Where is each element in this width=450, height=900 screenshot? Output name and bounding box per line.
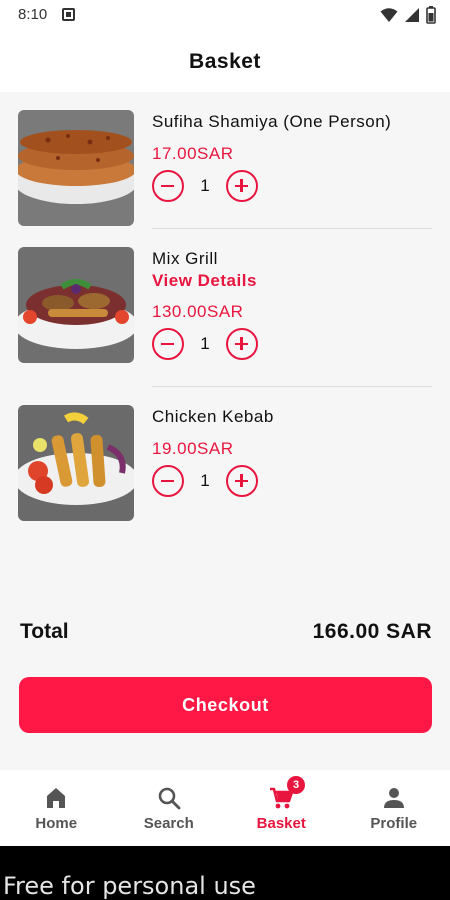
- nav-label: Basket: [256, 815, 306, 832]
- quantity-stepper: 1: [152, 465, 258, 497]
- increase-quantity-button[interactable]: [226, 170, 258, 202]
- divider: [152, 228, 432, 229]
- item-name: Mix Grill: [152, 249, 218, 268]
- total-label: Total: [20, 620, 69, 643]
- item-price: 19.00SAR: [152, 439, 234, 458]
- home-icon: [47, 788, 66, 808]
- item-image-sufiha: [18, 110, 134, 226]
- item-price: 17.00SAR: [152, 144, 234, 163]
- search-icon: [158, 787, 181, 810]
- nav-item-basket[interactable]: 3 Basket: [225, 770, 338, 846]
- watermark-text: Free for personal use: [3, 872, 256, 900]
- basket-content: Sufiha Shamiya (One Person) 17.00SAR 1 M…: [0, 92, 450, 770]
- decrease-quantity-button[interactable]: [152, 170, 184, 202]
- divider: [152, 386, 432, 387]
- nav-label: Search: [143, 815, 194, 832]
- increase-quantity-button[interactable]: [226, 465, 258, 497]
- status-time: 8:10: [18, 6, 48, 23]
- page-title: Basket: [189, 50, 261, 73]
- view-details-link[interactable]: View Details: [152, 271, 257, 291]
- basket-item: Sufiha Shamiya (One Person) 17.00SAR 1: [18, 110, 432, 240]
- person-icon: [383, 788, 404, 808]
- nav-item-search[interactable]: Search: [113, 770, 226, 846]
- nav-item-profile[interactable]: Profile: [338, 770, 450, 846]
- total-row: Total 166.00 SAR: [20, 620, 432, 644]
- wifi-icon: [380, 8, 398, 22]
- signal-icon: [405, 8, 419, 22]
- total-value: 166.00 SAR: [312, 620, 432, 643]
- notification-icon: [62, 8, 75, 21]
- bottom-nav: Home Search 3 Basket Profile: [0, 770, 450, 846]
- quantity-stepper: 1: [152, 170, 258, 202]
- item-name: Chicken Kebab: [152, 407, 274, 426]
- quantity-stepper: 1: [152, 328, 258, 360]
- basket-count-badge: 3: [287, 776, 305, 794]
- decrease-quantity-button[interactable]: [152, 465, 184, 497]
- basket-item: Chicken Kebab 19.00SAR 1: [18, 405, 432, 535]
- nav-label: Home: [35, 815, 78, 832]
- basket-item: Mix Grill View Details 130.00SAR 1: [18, 247, 432, 377]
- app-header: Basket: [0, 32, 450, 92]
- status-bar: 8:10: [0, 0, 450, 32]
- item-price: 130.00SAR: [152, 302, 244, 321]
- item-image-chicken-kebab: [18, 405, 134, 521]
- checkout-button[interactable]: Checkout: [19, 677, 432, 733]
- watermark-bar: Free for personal use: [0, 846, 450, 900]
- quantity-value: 1: [200, 176, 210, 195]
- nav-label: Profile: [370, 815, 418, 832]
- decrease-quantity-button[interactable]: [152, 328, 184, 360]
- quantity-value: 1: [200, 334, 210, 353]
- quantity-value: 1: [200, 471, 210, 490]
- nav-item-home[interactable]: Home: [0, 770, 113, 846]
- status-icons: [380, 5, 436, 25]
- item-image-mix-grill: [18, 247, 134, 363]
- item-name: Sufiha Shamiya (One Person): [152, 112, 392, 131]
- increase-quantity-button[interactable]: [226, 328, 258, 360]
- battery-icon: [426, 6, 436, 24]
